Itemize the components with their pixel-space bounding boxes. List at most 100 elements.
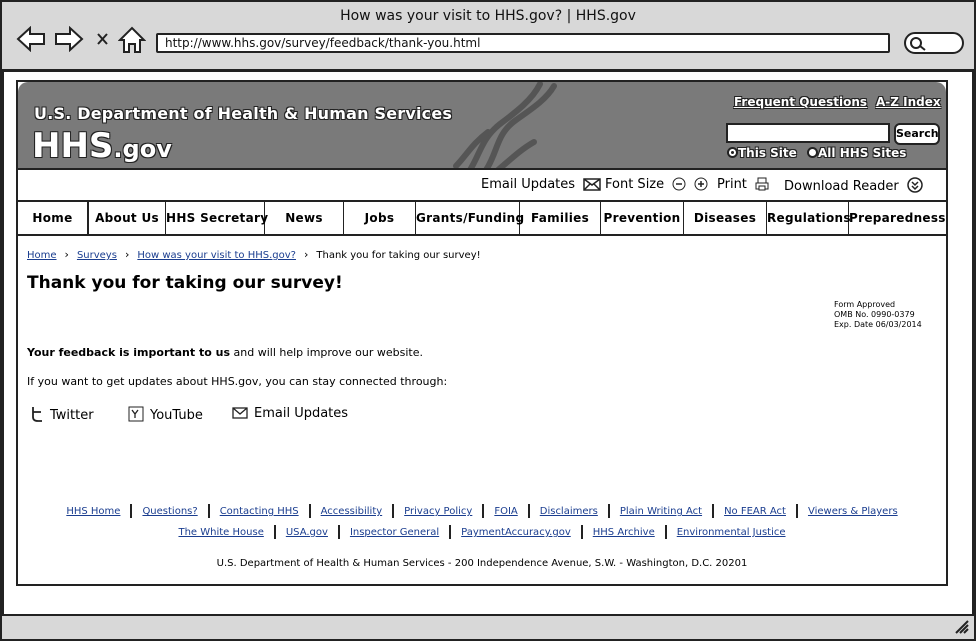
logo-main: HHS (32, 126, 114, 166)
window-border-right (972, 72, 976, 614)
window-border-left (0, 72, 4, 614)
nav-prevention[interactable]: Prevention (601, 202, 684, 234)
divider (392, 504, 395, 518)
footer-foia[interactable]: FOIA (494, 506, 517, 517)
nav-news[interactable]: News (265, 202, 344, 234)
feedback-bold-text: Your feedback is important to us (27, 346, 231, 359)
radio-button[interactable] (807, 147, 818, 158)
nav-jobs[interactable]: Jobs (344, 202, 416, 234)
utility-bar: Email Updates Font Size Print Download R… (18, 170, 946, 202)
back-icon[interactable] (16, 25, 46, 53)
footer-hhs-home[interactable]: HHS Home (66, 506, 120, 517)
footer-privacy-policy[interactable]: Privacy Policy (404, 506, 472, 517)
divider (207, 504, 210, 518)
printer-icon (755, 177, 769, 191)
divider (130, 504, 133, 518)
nav-home[interactable]: Home (18, 202, 88, 234)
footer-no-fear-act[interactable]: No FEAR Act (724, 506, 786, 517)
nav-diseases[interactable]: Diseases (684, 202, 767, 234)
minus-icon[interactable] (672, 177, 686, 191)
footer-environmental-justice[interactable]: Environmental Justice (677, 527, 786, 538)
feedback-rest-text: and will help improve our website. (230, 346, 424, 359)
chevron-right-icon: › (124, 248, 130, 261)
search-button[interactable]: Search (894, 123, 940, 145)
font-size-label: Font Size (605, 177, 665, 192)
site-search-input[interactable] (726, 123, 890, 143)
nav-preparedness[interactable]: Preparedness (849, 202, 945, 234)
font-size-control: Font Size (605, 177, 708, 192)
department-name: U.S. Department of Health & Human Servic… (34, 104, 453, 123)
email-updates-link[interactable]: Email Updates (481, 177, 601, 192)
window-title: How was your visit to HHS.gov? | HHS.gov (340, 8, 636, 24)
chevron-right-icon: › (303, 248, 309, 261)
status-bar (0, 614, 976, 641)
download-icon (907, 177, 923, 193)
download-reader-label: Download Reader (784, 179, 899, 194)
radio-button-selected[interactable] (727, 147, 738, 158)
stop-icon[interactable] (94, 26, 112, 52)
resize-grip-icon[interactable] (954, 619, 970, 635)
home-icon[interactable] (117, 26, 148, 53)
breadcrumb: Home › Surveys › How was your visit to HHS.g… (27, 248, 481, 261)
footer-inspector-general[interactable]: Inspector General (350, 527, 439, 538)
twitter-icon (32, 407, 42, 422)
radio-this-site-label: This Site (738, 146, 797, 160)
radio-all-hhs-sites[interactable]: All HHS Sites (807, 146, 906, 160)
divider (580, 525, 583, 539)
footer-accessibility[interactable]: Accessibility (321, 506, 383, 517)
divider (607, 504, 610, 518)
nav-hhs-secretary[interactable]: HHS Secretary (166, 202, 268, 234)
omb-line-2: OMB No. 0990-0379 (834, 310, 915, 319)
twitter-link[interactable]: Twitter (30, 406, 94, 423)
divider (664, 525, 667, 539)
youtube-link[interactable]: YouTube (128, 406, 203, 423)
address-bar[interactable]: http://www.hhs.gov/survey/feedback/thank… (156, 33, 890, 53)
email-updates-social-link[interactable]: Email Updates (232, 406, 348, 421)
omb-notice: Form Approved OMB No. 0990-0379 Exp. Dat… (834, 300, 922, 330)
browser-toolbar: How was your visit to HHS.gov? | HHS.gov… (0, 0, 976, 72)
nav-regulations[interactable]: Regulations (767, 202, 851, 234)
footer-disclaimers[interactable]: Disclaimers (540, 506, 598, 517)
chevron-right-icon: › (64, 248, 69, 261)
footer-white-house[interactable]: The White House (178, 527, 263, 538)
web-page: U.S. Department of Health & Human Servic… (16, 80, 948, 586)
nav-about-us[interactable]: About Us (88, 202, 166, 234)
page-title: Thank you for taking our survey! (27, 273, 343, 293)
envelope-icon (232, 407, 248, 419)
radio-this-site[interactable]: This Site (727, 146, 797, 160)
nav-families[interactable]: Families (520, 202, 601, 234)
divider (795, 504, 798, 518)
divider (712, 504, 715, 518)
footer-links-row-1: HHS Home Questions? Contacting HHS Accessib… (18, 504, 946, 518)
plus-icon[interactable] (694, 177, 708, 191)
radio-all-sites-label: All HHS Sites (818, 146, 907, 160)
browser-search-field[interactable] (904, 32, 964, 54)
omb-line-1: Form Approved (834, 300, 896, 309)
breadcrumb-current: Thank you for taking our survey! (316, 250, 481, 261)
frequent-questions-link[interactable]: Frequent Questions (734, 95, 867, 109)
nav-grants-funding[interactable]: Grants/Funding (416, 202, 524, 234)
footer-hhs-archive[interactable]: HHS Archive (593, 527, 655, 538)
footer-contacting-hhs[interactable]: Contacting HHS (220, 506, 299, 517)
divider (337, 525, 340, 539)
breadcrumb-surveys[interactable]: Surveys (77, 250, 117, 261)
forward-icon[interactable] (54, 25, 84, 53)
youtube-label: YouTube (150, 408, 203, 423)
email-updates-social-label: Email Updates (254, 406, 349, 421)
site-header: U.S. Department of Health & Human Servic… (18, 82, 946, 170)
print-link[interactable]: Print (717, 177, 769, 192)
footer-questions[interactable]: Questions? (142, 506, 197, 517)
site-logo[interactable]: HHS.gov (32, 126, 172, 166)
youtube-icon (128, 406, 144, 422)
footer-plain-writing-act[interactable]: Plain Writing Act (620, 506, 702, 517)
footer-payment-accuracy[interactable]: PaymentAccuracy.gov (461, 527, 571, 538)
footer-address: U.S. Department of Health & Human Servic… (216, 558, 748, 569)
footer-usa-gov[interactable]: USA.gov (286, 527, 328, 538)
footer-viewers-players[interactable]: Viewers & Players (808, 506, 898, 517)
divider (308, 504, 311, 518)
az-index-link[interactable]: A-Z Index (876, 95, 941, 109)
breadcrumb-home[interactable]: Home (27, 250, 57, 261)
download-reader-link[interactable]: Download Reader (784, 177, 923, 194)
breadcrumb-visit-survey[interactable]: How was your visit to HHS.gov? (137, 250, 296, 261)
email-updates-label: Email Updates (481, 177, 576, 192)
